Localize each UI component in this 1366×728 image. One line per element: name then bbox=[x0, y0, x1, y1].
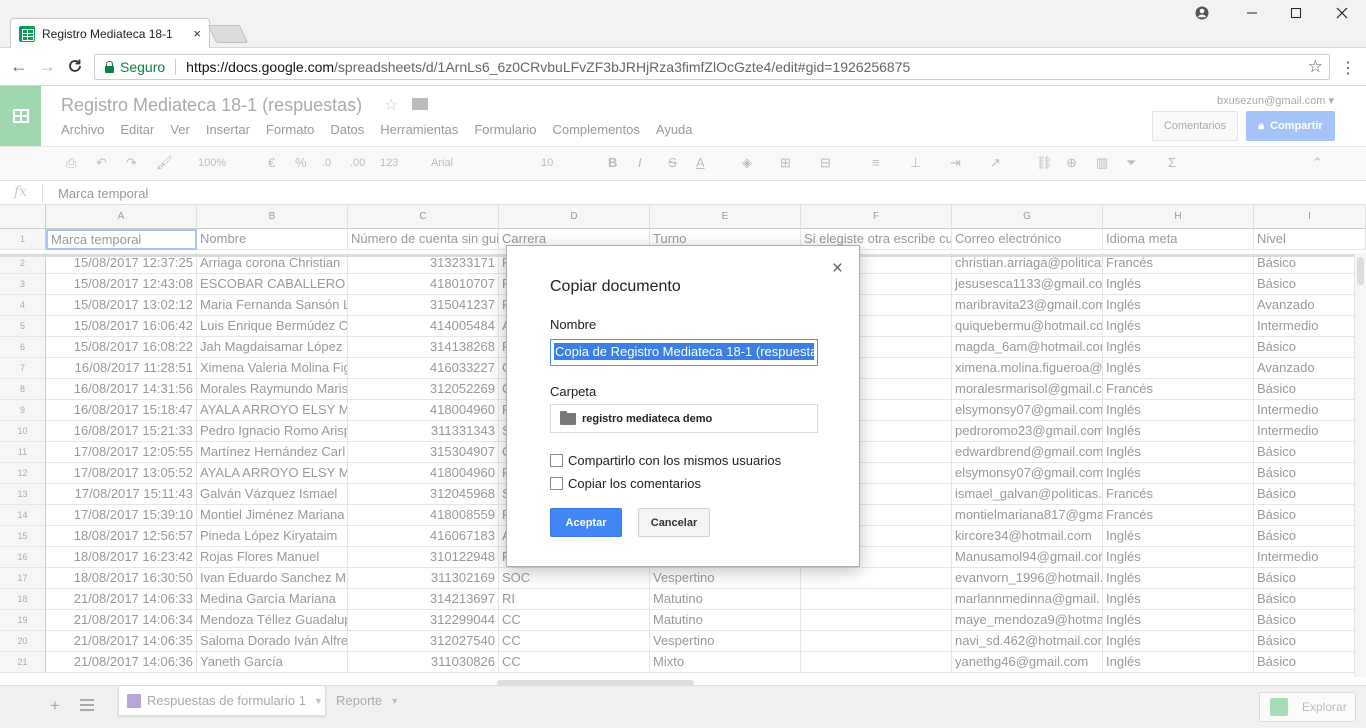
copy-comments-checkbox[interactable] bbox=[550, 477, 563, 490]
bookmark-star-icon[interactable]: ☆ bbox=[1308, 57, 1323, 77]
folder-name: registro mediateca demo bbox=[582, 412, 713, 425]
tab-title: Registro Mediateca 18-1 bbox=[42, 26, 173, 41]
secure-label: Seguro bbox=[120, 59, 166, 75]
window-close-icon[interactable] bbox=[1330, 6, 1354, 22]
sheets-favicon-icon bbox=[19, 25, 35, 42]
accept-button[interactable]: Aceptar bbox=[550, 508, 622, 537]
url-path: /spreadsheets/d/1ArnLs6_6z0CRvbuLFvZF3bJ… bbox=[334, 59, 911, 75]
folder-icon bbox=[560, 410, 576, 425]
new-tab-button[interactable] bbox=[207, 25, 249, 43]
copy-comments-label: Copiar los comentarios bbox=[568, 476, 701, 491]
name-field-value: Copia de Registro Mediateca 18-1 (respue… bbox=[554, 343, 814, 360]
url-separator bbox=[175, 59, 177, 75]
folder-picker[interactable]: registro mediateca demo bbox=[550, 404, 818, 433]
share-same-users-checkbox[interactable] bbox=[550, 454, 563, 467]
browser-tab-strip: Registro Mediateca 18-1 × bbox=[0, 0, 1366, 48]
maximize-icon[interactable] bbox=[1284, 6, 1308, 22]
back-arrow-icon[interactable]: ← bbox=[8, 56, 30, 76]
tab-close-icon[interactable]: × bbox=[193, 26, 201, 41]
close-icon[interactable]: × bbox=[832, 258, 843, 280]
profile-icon[interactable] bbox=[1190, 6, 1214, 23]
share-same-users-label: Compartirlo con los mismos usuarios bbox=[568, 453, 782, 468]
reload-icon[interactable] bbox=[64, 56, 86, 78]
share-same-users-option[interactable]: Compartirlo con los mismos usuarios bbox=[550, 453, 781, 468]
cancel-button[interactable]: Cancelar bbox=[638, 508, 710, 537]
url-field[interactable]: Seguro https://docs.google.com /spreadsh… bbox=[94, 54, 1330, 80]
copy-comments-option[interactable]: Copiar los comentarios bbox=[550, 476, 701, 491]
minimize-icon[interactable] bbox=[1240, 6, 1264, 22]
url-host: https://docs.google.com bbox=[186, 59, 335, 75]
name-label: Nombre bbox=[550, 317, 597, 332]
forward-arrow-icon[interactable]: → bbox=[36, 56, 58, 76]
address-bar-row: ← → Seguro https://docs.google.com /spre… bbox=[0, 48, 1366, 86]
copy-document-dialog: × Copiar documento Nombre Copia de Regis… bbox=[506, 245, 860, 567]
browser-menu-icon[interactable]: ⋮ bbox=[1340, 58, 1356, 78]
name-field[interactable]: Copia de Registro Mediateca 18-1 (respue… bbox=[550, 339, 818, 366]
lock-icon bbox=[105, 60, 114, 73]
browser-tab[interactable]: Registro Mediateca 18-1 × bbox=[10, 18, 210, 48]
folder-label: Carpeta bbox=[550, 384, 597, 399]
dialog-title: Copiar documento bbox=[550, 278, 681, 295]
